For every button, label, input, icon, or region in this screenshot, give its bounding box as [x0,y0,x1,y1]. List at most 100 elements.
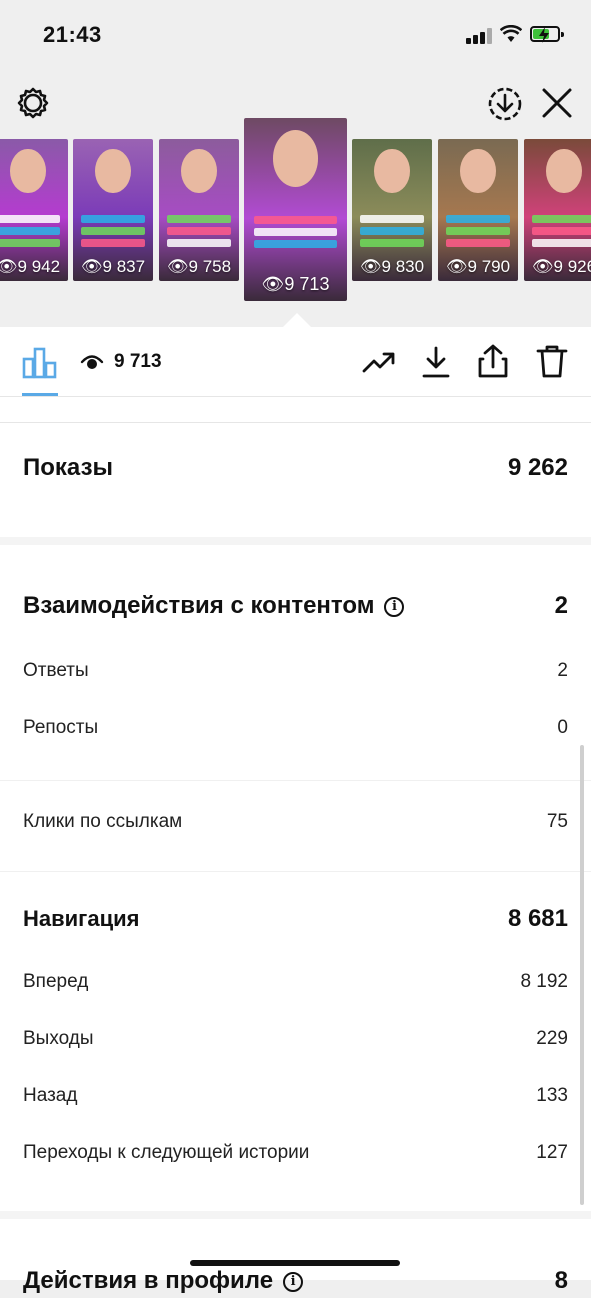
eye-icon: 👁 [531,257,554,276]
eye-icon: 👁 [359,257,382,276]
section-gap [0,1211,591,1219]
story-thumbnail[interactable]: 👁9 942 [0,139,68,281]
story-image-sticker [254,227,337,236]
wifi-icon [500,25,522,42]
reposts-value: 0 [557,717,568,738]
divider [0,871,591,872]
eye-icon: 👁 [80,257,103,276]
exits-label: Выходы [23,1028,94,1049]
profile-actions-title: Действия в профиле i [23,1267,304,1295]
toolbar-divider [0,396,591,397]
trending-icon[interactable] [362,349,396,375]
story-thumbnail[interactable]: 👁9 926 [524,139,591,281]
forward-value: 8 192 [520,971,568,992]
impressions-value: 9 262 [507,454,568,481]
story-thumbnail[interactable]: 👁9 790 [438,139,518,281]
story-image-face [460,148,496,193]
link-clicks-row: Клики по ссылкам 75 [23,810,568,834]
story-image-sticker [81,215,145,223]
close-icon[interactable] [540,86,574,120]
story-image-sticker [0,239,60,247]
profile-actions-header: Действия в профиле i 8 [23,1264,568,1298]
replies-value: 2 [557,660,568,681]
settings-gear-icon[interactable] [16,86,50,120]
story-thumbnail-selected[interactable]: 👁9 713 [244,118,347,301]
impressions-label: Показы [23,454,113,481]
impressions-row: Показы 9 262 [23,453,568,483]
story-image-sticker [0,227,60,235]
story-image-face [374,148,410,193]
story-image-sticker [532,227,591,235]
eye-icon: 👁 [166,257,189,276]
story-image-sticker [360,239,424,247]
story-image-face [272,130,319,187]
stories-strip: 👁9 942 👁9 837 👁9 758 👁9 713 👁9 830 👁9 79… [0,118,591,328]
scrollbar[interactable] [580,745,584,1205]
reposts-row: Репосты 0 [23,716,568,740]
navigation-value: 8 681 [507,905,568,932]
eye-icon: 👁 [261,274,285,294]
eye-icon [80,355,104,369]
navigation-header: Навигация 8 681 [23,904,568,934]
exits-value: 229 [536,1028,568,1049]
profile-actions-value: 8 [554,1267,568,1294]
story-image-sticker [532,239,591,247]
story-image-face [95,148,131,193]
eye-icon: 👁 [0,257,18,276]
story-image-sticker [360,215,424,223]
next-story-value: 127 [536,1142,568,1163]
cellular-signal-icon [466,28,492,44]
status-time: 21:43 [43,22,102,47]
back-value: 133 [536,1085,568,1106]
forward-row: Вперед 8 192 [23,970,568,994]
story-thumbnail[interactable]: 👁9 758 [159,139,239,281]
story-views: 👁9 758 [166,257,232,276]
story-image-sticker [167,239,231,247]
replies-row: Ответы 2 [23,659,568,683]
back-label: Назад [23,1085,78,1106]
story-image-sticker [360,227,424,235]
navigation-label: Навигация [23,906,140,931]
story-image-sticker [254,239,337,248]
divider [0,422,591,423]
download-icon[interactable] [420,345,452,379]
story-image-face [546,148,582,193]
story-views: 👁9 713 [261,274,330,294]
eye-icon: 👁 [445,257,468,276]
story-image-sticker [167,215,231,223]
story-image-sticker [446,227,510,235]
interactions-header: Взаимодействия с контентом i 2 [23,589,568,623]
home-indicator[interactable] [190,1260,400,1266]
back-row: Назад 133 [23,1084,568,1108]
story-image-sticker [81,227,145,235]
story-image-face [181,148,217,193]
info-icon[interactable]: i [384,596,405,617]
story-views: 👁9 926 [531,257,591,276]
divider [0,780,591,781]
info-icon[interactable]: i [283,1271,304,1292]
link-clicks-label: Клики по ссылкам [23,811,183,832]
story-thumbnail[interactable]: 👁9 837 [73,139,153,281]
story-image-sticker [81,239,145,247]
story-views: 👁9 790 [445,257,511,276]
bar-chart-icon[interactable] [22,345,58,379]
story-views: 👁9 942 [0,257,68,277]
trash-icon[interactable] [536,343,568,379]
section-gap [0,537,591,545]
story-image-sticker [446,215,510,223]
forward-label: Вперед [23,971,89,992]
story-image-sticker [167,227,231,235]
story-thumbnail[interactable]: 👁9 830 [352,139,432,281]
story-image-sticker [446,239,510,247]
next-story-row: Переходы к следующей истории 127 [23,1141,568,1165]
story-image-sticker [0,215,60,223]
battery-charging-icon [530,26,564,43]
interactions-title: Взаимодействия с контентом i [23,592,405,620]
share-icon[interactable] [477,343,509,379]
insights-panel: 9 713 Показы 9 262 Взаимодействия с конт… [0,327,591,1294]
story-views: 👁9 830 [359,257,425,276]
interactions-value: 2 [554,592,568,619]
story-image-face [10,148,46,193]
download-circle-icon[interactable] [487,86,523,122]
link-clicks-value: 75 [546,811,568,832]
